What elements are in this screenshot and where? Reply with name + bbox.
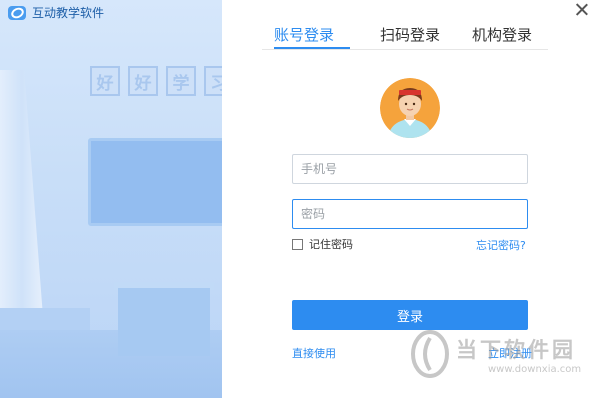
watermark-url: www.downxia.com <box>488 364 582 375</box>
blackboard-illustration <box>88 138 222 226</box>
watermark-logo-icon <box>411 330 449 378</box>
phone-input[interactable] <box>292 154 528 184</box>
tab-qrcode-login[interactable]: 扫码登录 <box>380 24 440 45</box>
wall-sign-char: 好 <box>128 66 158 96</box>
user-avatar-icon <box>380 78 440 138</box>
remember-password-label: 记住密码 <box>309 238 353 251</box>
app-logo-icon <box>8 6 26 20</box>
remember-password-row: 记住密码 <box>292 236 353 252</box>
illustration-panel: 好 好 学 习 互动教学软件 <box>0 0 222 398</box>
curtain-illustration <box>0 70 44 330</box>
direct-use-link[interactable]: 直接使用 <box>292 345 336 361</box>
password-input[interactable] <box>292 199 528 229</box>
wall-sign-char: 好 <box>90 66 120 96</box>
wall-sign-char: 习 <box>204 66 222 96</box>
login-tabs: 账号登录 扫码登录 机构登录 <box>262 20 548 50</box>
forgot-password-link[interactable]: 忘记密码? <box>476 237 526 253</box>
close-icon[interactable] <box>574 2 590 18</box>
login-button[interactable]: 登录 <box>292 300 528 330</box>
site-watermark: 当下软件园 www.downxia.com <box>410 326 590 396</box>
register-link[interactable]: 立即注册 <box>488 345 532 361</box>
desk-illustration <box>118 288 210 356</box>
tab-account-login[interactable]: 账号登录 <box>274 24 334 45</box>
wall-sign-char: 学 <box>166 66 196 96</box>
remember-password-checkbox[interactable] <box>292 238 303 250</box>
tab-institution-login[interactable]: 机构登录 <box>472 24 532 45</box>
active-tab-indicator <box>274 47 350 49</box>
avatar <box>380 78 440 138</box>
app-title: 互动教学软件 <box>32 6 105 20</box>
